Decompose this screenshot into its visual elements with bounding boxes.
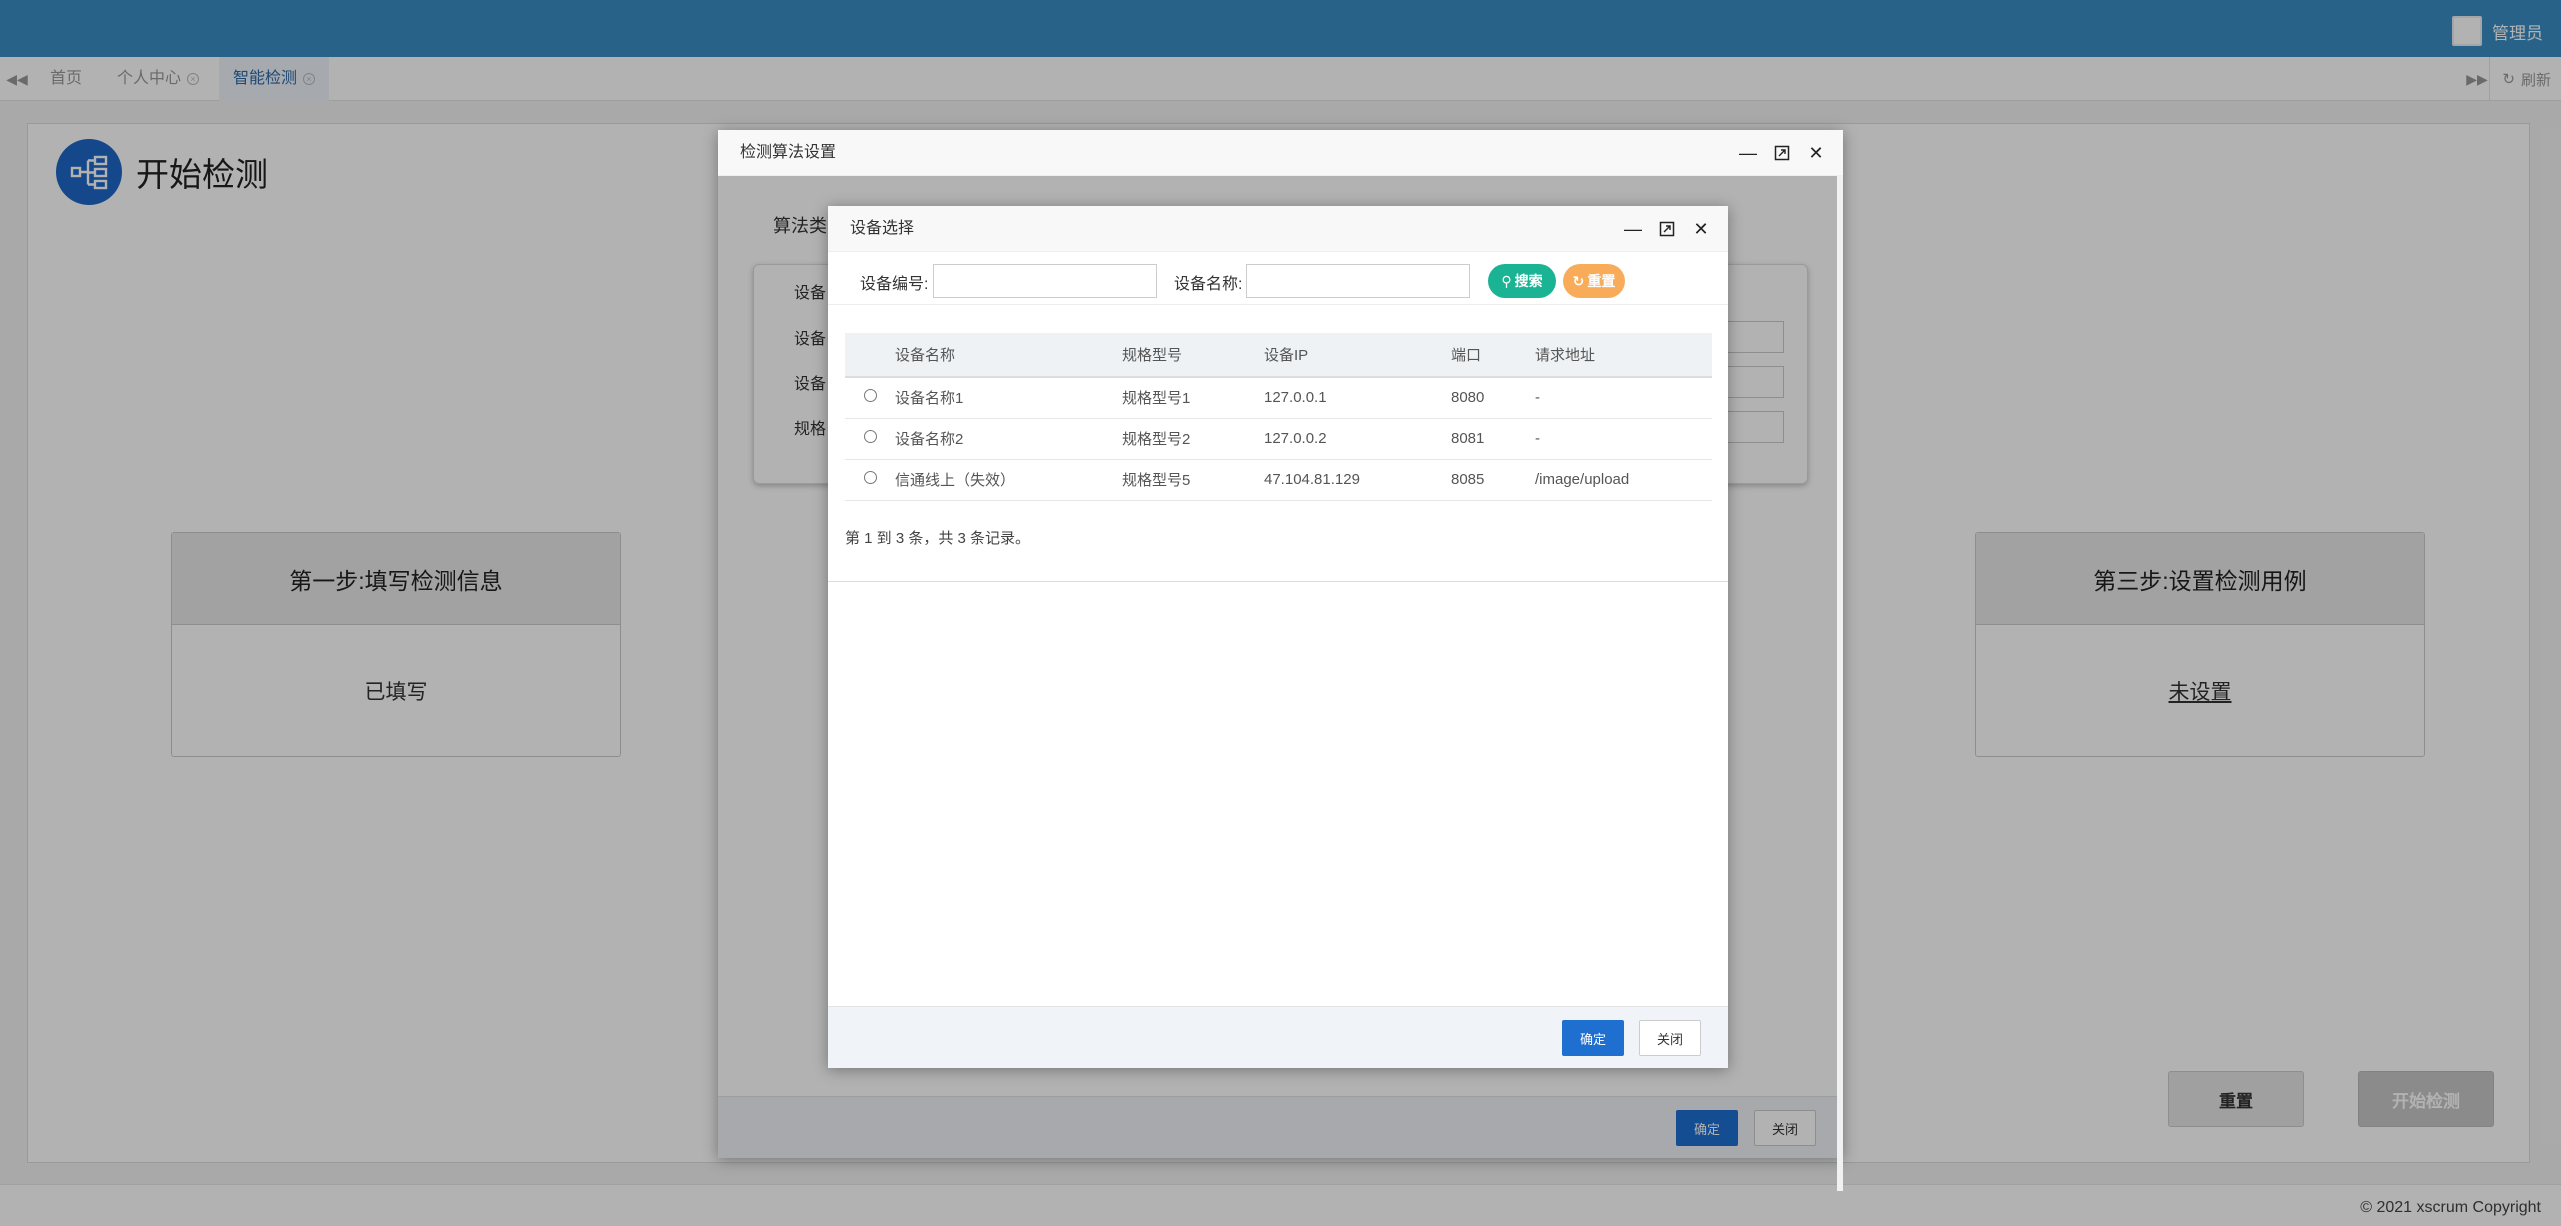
refresh-icon: ↻ [1572, 272, 1585, 289]
minimize-icon[interactable]: — [1739, 143, 1757, 163]
minimize-icon[interactable]: — [1624, 219, 1642, 239]
close-button[interactable]: 关闭 [1639, 1020, 1701, 1056]
dialog-title: 检测算法设置 [718, 130, 1843, 176]
select-column-header [845, 333, 895, 378]
table-row[interactable]: 信通线上（失效） 规格型号5 47.104.81.129 8085 /image… [845, 459, 1712, 501]
dialog-title: 设备选择 [828, 206, 1728, 252]
device-selection-dialog: 设备选择 — ✕ 设备编号: 设备名称: ⚲ 搜索 ↻ 重置 设备名称 规格型号 [828, 206, 1728, 1068]
column-header[interactable]: 端口 [1451, 333, 1535, 378]
device-table: 设备名称 规格型号 设备IP 端口 请求地址 设备名称1 规格型号1 127.0… [845, 333, 1712, 501]
column-header[interactable]: 规格型号 [1122, 333, 1264, 378]
ip-cell: 47.104.81.129 [1264, 459, 1451, 501]
row-radio[interactable] [863, 430, 877, 443]
device-name-cell: 信通线上（失效） [895, 459, 1122, 501]
device-name-input[interactable] [1246, 264, 1470, 298]
port-cell: 8081 [1451, 418, 1535, 460]
dialog-controls: — ✕ [1624, 206, 1710, 252]
device-table-area: 设备名称 规格型号 设备IP 端口 请求地址 设备名称1 规格型号1 127.0… [828, 304, 1728, 582]
column-header[interactable]: 请求地址 [1535, 333, 1712, 378]
table-row[interactable]: 设备名称2 规格型号2 127.0.0.2 8081 - [845, 418, 1712, 460]
ip-cell: 127.0.0.1 [1264, 377, 1451, 419]
model-cell: 规格型号1 [1122, 377, 1264, 419]
table-header-row: 设备名称 规格型号 设备IP 端口 请求地址 [845, 333, 1712, 378]
table-row[interactable]: 设备名称1 规格型号1 127.0.0.1 8080 - [845, 377, 1712, 419]
column-header[interactable]: 设备IP [1264, 333, 1451, 378]
url-cell: /image/upload [1535, 459, 1712, 501]
dialog-controls: — ✕ [1739, 130, 1825, 176]
close-icon[interactable]: ✕ [1807, 143, 1825, 163]
close-icon[interactable]: ✕ [1692, 219, 1710, 239]
dialog-footer: 确定 关闭 [828, 1006, 1728, 1068]
model-cell: 规格型号5 [1122, 459, 1264, 501]
device-code-input[interactable] [933, 264, 1157, 298]
reset-search-button[interactable]: ↻ 重置 [1563, 264, 1625, 298]
device-code-label: 设备编号: [860, 276, 929, 293]
port-cell: 8085 [1451, 459, 1535, 501]
device-name-cell: 设备名称2 [895, 418, 1122, 460]
maximize-icon[interactable] [1658, 220, 1676, 238]
search-form: 设备编号: 设备名称: ⚲ 搜索 ↻ 重置 [828, 252, 1728, 304]
column-header[interactable]: 设备名称 [895, 333, 1122, 378]
search-button[interactable]: ⚲ 搜索 [1488, 264, 1556, 298]
search-icon: ⚲ [1501, 272, 1512, 289]
row-radio[interactable] [863, 389, 877, 403]
port-cell: 8080 [1451, 377, 1535, 419]
scrollbar[interactable] [1837, 176, 1843, 1191]
url-cell: - [1535, 418, 1712, 460]
maximize-icon[interactable] [1773, 144, 1791, 162]
row-radio[interactable] [863, 471, 877, 484]
ip-cell: 127.0.0.2 [1264, 418, 1451, 460]
pagination-info: 第 1 到 3 条，共 3 条记录。 [845, 530, 1031, 547]
device-name-label: 设备名称: [1174, 276, 1243, 293]
device-name-cell: 设备名称1 [895, 377, 1122, 419]
model-cell: 规格型号2 [1122, 418, 1264, 460]
confirm-button[interactable]: 确定 [1562, 1020, 1624, 1056]
url-cell: - [1535, 377, 1712, 419]
